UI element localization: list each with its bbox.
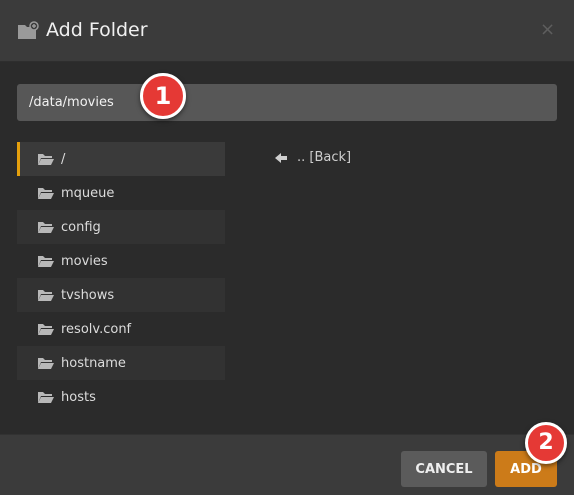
folder-item[interactable]: config bbox=[17, 210, 225, 244]
folder-open-icon bbox=[38, 154, 54, 165]
arrow-left-icon bbox=[275, 152, 287, 163]
folder-open-icon bbox=[38, 256, 54, 267]
step-badge-2: 2 bbox=[525, 422, 567, 464]
folder-path-input[interactable] bbox=[17, 84, 557, 121]
folder-name: tvshows bbox=[61, 287, 115, 303]
cancel-button[interactable]: CANCEL bbox=[401, 451, 487, 487]
folder-name: hostname bbox=[61, 355, 126, 371]
folder-name: config bbox=[61, 219, 101, 235]
back-link[interactable]: .. [Back] bbox=[275, 150, 351, 165]
folder-add-icon bbox=[18, 21, 39, 39]
folder-list: / mqueue config movies tvshows resolv.conf hos… bbox=[17, 142, 225, 414]
folder-open-icon bbox=[38, 392, 54, 403]
dialog-body: / mqueue config movies tvshows resolv.conf hos… bbox=[0, 62, 574, 434]
dialog-title: Add Folder bbox=[46, 19, 148, 41]
folder-item[interactable]: tvshows bbox=[17, 278, 225, 312]
folder-name: mqueue bbox=[61, 185, 115, 201]
back-label: .. [Back] bbox=[297, 150, 352, 165]
step-badge-1: 1 bbox=[140, 73, 186, 119]
dialog-header: Add Folder × bbox=[0, 0, 574, 62]
folder-name: movies bbox=[61, 253, 108, 269]
folder-open-icon bbox=[38, 222, 54, 233]
folder-item[interactable]: / bbox=[17, 142, 225, 176]
close-icon[interactable]: × bbox=[540, 19, 555, 41]
folder-name: hosts bbox=[61, 389, 96, 405]
folder-item[interactable]: mqueue bbox=[17, 176, 225, 210]
folder-open-icon bbox=[38, 358, 54, 369]
folder-name: resolv.conf bbox=[61, 321, 132, 337]
folder-open-icon bbox=[38, 324, 54, 335]
dialog-footer: CANCEL ADD bbox=[0, 434, 574, 495]
folder-item[interactable]: hostname bbox=[17, 346, 225, 380]
folder-item[interactable]: hosts bbox=[17, 380, 225, 414]
folder-open-icon bbox=[38, 188, 54, 199]
folder-open-icon bbox=[38, 290, 54, 301]
folder-name: / bbox=[61, 151, 66, 167]
folder-item[interactable]: resolv.conf bbox=[17, 312, 225, 346]
folder-item[interactable]: movies bbox=[17, 244, 225, 278]
